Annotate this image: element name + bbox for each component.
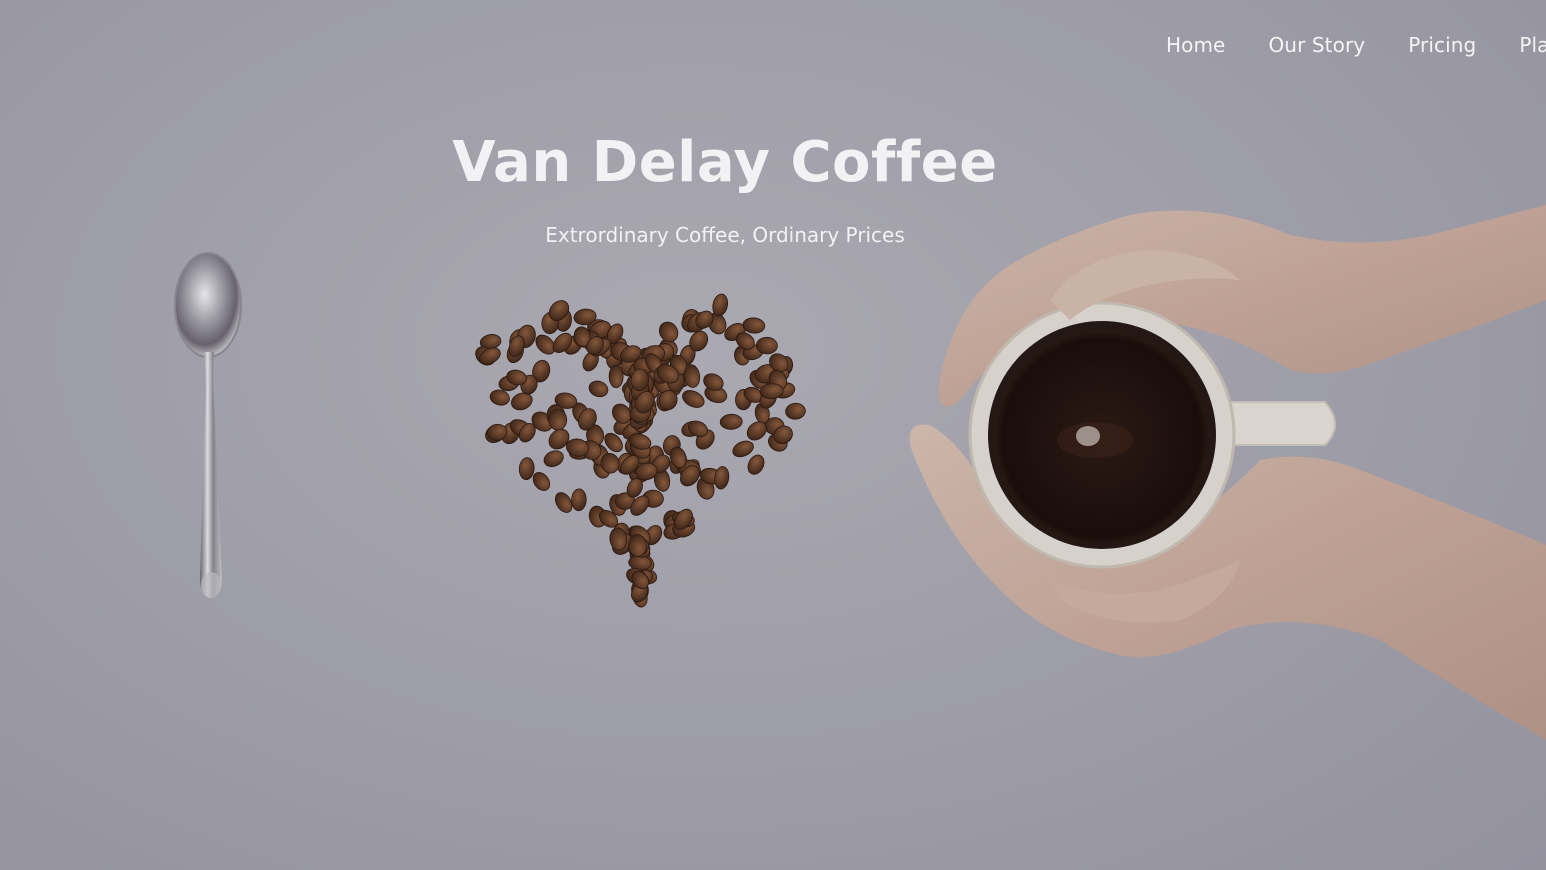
coffee-bean [747, 454, 765, 475]
coffee-bean [682, 390, 705, 408]
nav-link-our-story[interactable]: Our Story [1268, 33, 1365, 57]
nav-link-home[interactable]: Home [1166, 33, 1225, 57]
coffee-bean [518, 457, 535, 480]
coffee-bean [608, 364, 624, 389]
coffee-bean [732, 440, 754, 458]
hero-title: Van Delay Coffee [452, 130, 998, 195]
spoon-image [174, 252, 242, 598]
main-navigation: Home Our Story Pricing Pla [1166, 33, 1546, 57]
coffee-bean [658, 321, 679, 343]
coffee-bean [571, 488, 587, 512]
coffee-bean [785, 402, 806, 420]
nav-link-places[interactable]: Pla [1519, 33, 1546, 57]
coffee-bean [742, 317, 766, 334]
coffee-bean [588, 380, 609, 398]
hero-subtitle: Extrordinary Coffee, Ordinary Prices [545, 223, 905, 247]
coffee-mug-hands-image [909, 205, 1546, 740]
coffee-bean [719, 413, 743, 430]
coffee-bean [756, 336, 778, 355]
nav-link-pricing[interactable]: Pricing [1408, 33, 1476, 57]
hero-section: Home Our Story Pricing Pla Van Delay Cof… [0, 0, 1546, 870]
coffee-bean [543, 450, 564, 468]
coffee-bean-heart-image [475, 293, 806, 608]
